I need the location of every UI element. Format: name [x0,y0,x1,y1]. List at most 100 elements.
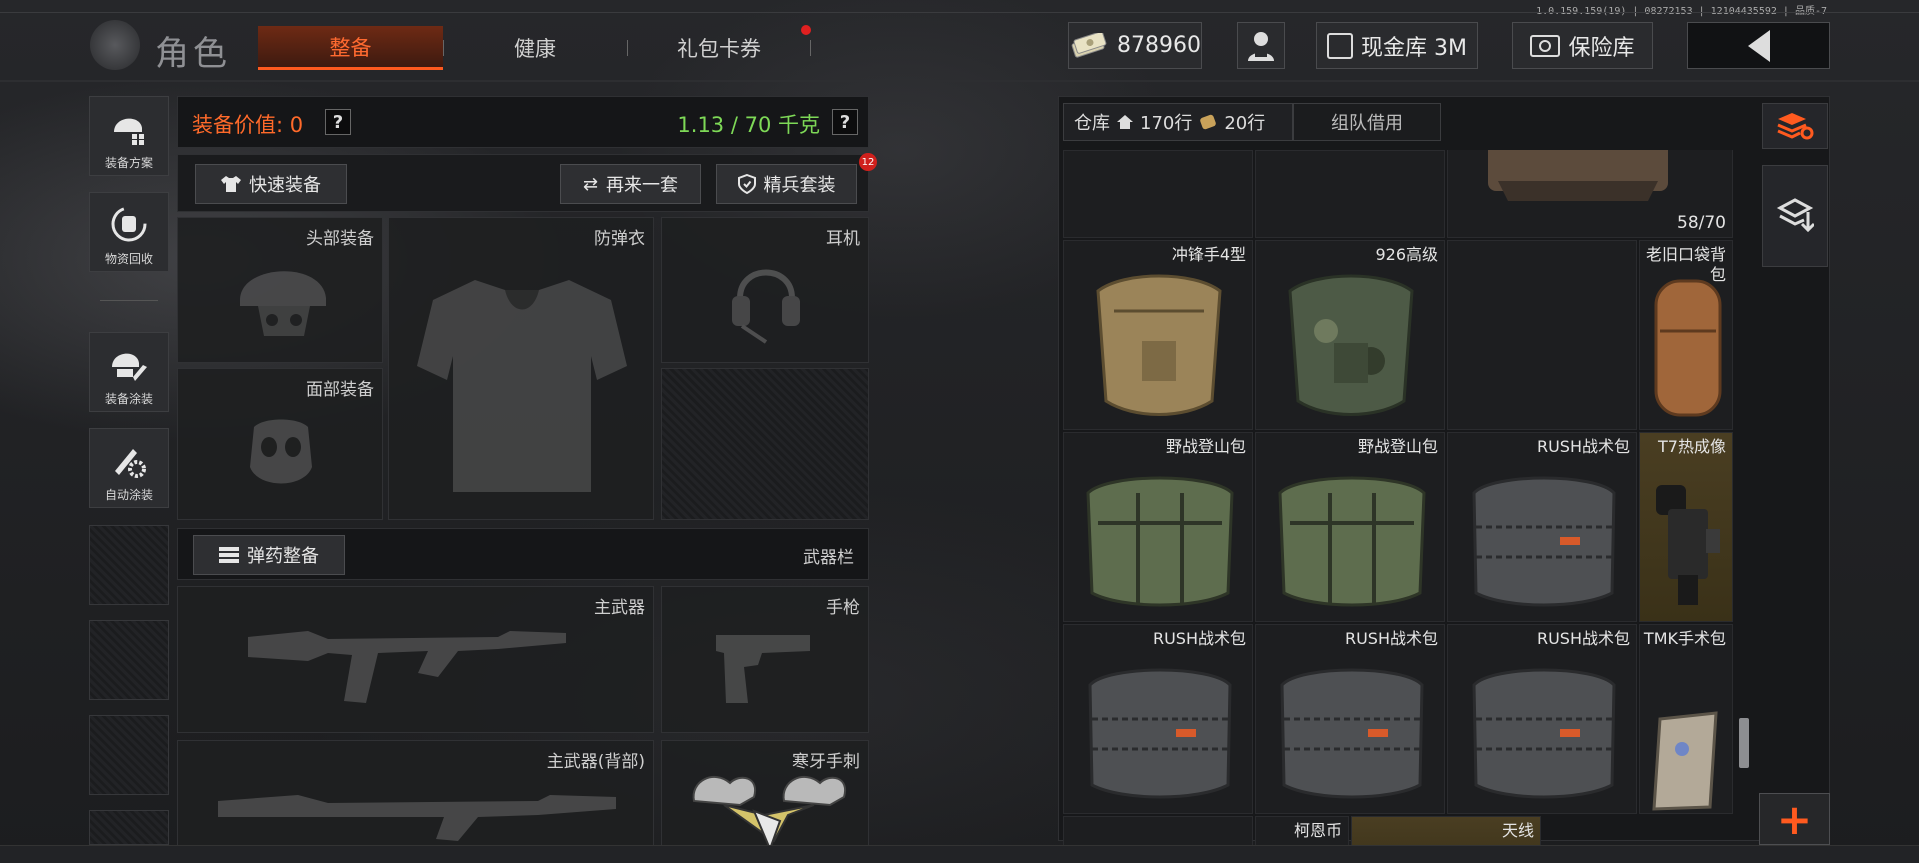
face-mask-silhouette-icon [250,419,312,484]
camo-pouch-icon [1288,274,1414,416]
knuckle-knife-icon [692,776,847,851]
warehouse-scrollbar[interactable] [1739,718,1749,768]
ammo-prep-button[interactable]: 弹药整备 [193,535,345,575]
quick-equip-button[interactable]: 快速装备 [195,164,347,204]
ammo-prep-label: 弹药整备 [247,546,319,567]
weight-help-button[interactable]: ? [832,109,858,135]
layers-download-icon [1776,198,1814,233]
auto-paint-button[interactable]: 自动涂装 [89,428,169,508]
back-button[interactable] [1687,22,1830,69]
grid-item[interactable]: 野战登山包 [1255,432,1445,622]
slot-melee[interactable]: 寒牙手刺 [661,740,869,851]
add-button[interactable]: + [1759,793,1830,845]
grid-item[interactable]: TMK手术包 [1639,624,1733,814]
rush-tactical-bag-icon [1088,668,1232,799]
tab-team-borrow[interactable]: 组队借用 [1293,103,1441,141]
helmet-grid-icon [109,108,149,148]
tab-health[interactable]: 健康 [445,26,625,70]
tab-equip[interactable]: 整备 [258,26,443,70]
headset-silhouette-icon [732,269,800,344]
slot-label: 防弹衣 [594,229,645,249]
rush-tactical-bag-icon [1472,476,1616,607]
item-vest-large[interactable]: 58/70 [1447,150,1733,238]
tab-warehouse[interactable]: 仓库 170行 20行 [1063,103,1293,141]
supply-recycle-button[interactable]: 物资回收 [89,192,169,272]
helmet-brush-icon [109,344,149,384]
warehouse-tab-label: 仓库 [1074,113,1110,134]
shield-icon [737,174,756,194]
bottom-strip [0,845,1919,863]
item-label: 野战登山包 [1357,437,1438,456]
item-label: 冲锋手4型 [1171,245,1246,264]
vault-icon [1327,32,1353,59]
pistol-silhouette-icon [716,635,810,703]
safe-button[interactable]: 保险库 [1512,22,1653,69]
home-icon [1117,115,1133,129]
item-label: RUSH战术包 [1344,629,1438,648]
item-label: 926高级 [1375,245,1438,264]
duffel-bag-icon [1654,279,1722,417]
currency-value: 878960 [1117,33,1201,58]
build-info: 1.0.159.159(19) | 08272153 | 12104435592… [1536,2,1827,17]
rifle-silhouette-icon [248,631,566,703]
empty-rail-slot [89,810,169,845]
rush-tactical-bag-icon [1280,668,1424,799]
grid-item[interactable]: RUSH战术包 [1447,432,1637,622]
stack-download-button[interactable] [1762,165,1828,267]
recycle-bag-icon [109,204,149,244]
loadout-plan-button[interactable]: 装备方案 [89,96,169,176]
currency-display[interactable]: 878960 [1068,22,1202,69]
slot-head[interactable]: 头部装备 [177,217,383,363]
banknote-icon [1071,32,1107,58]
grid-item[interactable]: T7热成像 [1639,432,1733,622]
slot-face[interactable]: 面部装备 [177,368,383,520]
item-label: RUSH战术包 [1152,629,1246,648]
grid-item[interactable]: RUSH战术包 [1447,624,1637,814]
rail-divider [100,300,158,301]
operator-button[interactable] [1237,22,1285,69]
slot-label: 主武器 [594,598,645,618]
grid-item[interactable]: 野战登山包 [1063,432,1253,622]
elite-set-button[interactable]: 精兵套装 [716,164,857,204]
rail-label: 装备涂装 [104,392,153,406]
sort-stack-button[interactable] [1762,103,1828,149]
safe-icon [1530,34,1561,57]
equip-action-bar: 快速装备 ⇄ 再来一套 精兵套装 12 [177,153,877,212]
help-glyph: ? [332,111,344,133]
header-divider [0,80,1919,82]
tab-gift-coupons[interactable]: 礼包卡券 [629,26,809,70]
slot-label: 面部装备 [306,380,374,400]
slot-primary-weapon[interactable]: 主武器 [177,586,654,733]
backpack-icon [1200,114,1217,130]
equip-summary-bar: 装备价值: 0 ? 1.13 / 70 千克 ? [177,96,869,148]
rail-label: 装备方案 [104,156,153,170]
slot-body-armor[interactable]: 防弹衣 [388,217,654,520]
thermal-scope-icon [1656,485,1720,605]
weapon-bar-label: 武器栏 [803,548,854,568]
elite-count-badge: 12 [859,153,877,171]
grid-item[interactable]: 老旧口袋背包 [1639,240,1733,430]
slot-label: 头部装备 [306,229,374,249]
safe-label: 保险库 [1568,35,1635,61]
equipment-paint-button[interactable]: 装备涂装 [89,332,169,412]
cash-vault-button[interactable]: 现金库 3M [1316,22,1478,69]
bag-rows: 20行 [1224,113,1266,134]
body-armor-silhouette-icon [417,280,627,492]
grid-cell-empty[interactable] [1255,150,1445,238]
item-label: 野战登山包 [1165,437,1246,456]
grid-item[interactable]: 冲锋手4型 [1063,240,1253,430]
item-label: 柯恩币 [1293,821,1342,840]
empty-rail-slot [89,620,169,700]
redo-set-button[interactable]: ⇄ 再来一套 [560,164,701,204]
grid-item[interactable]: RUSH战术包 [1255,624,1445,814]
grid-item[interactable]: 926高级 [1255,240,1445,430]
warehouse-tabs: 仓库 170行 20行 组队借用 [1063,103,1441,141]
grid-cell-empty[interactable] [1447,240,1637,430]
grid-item[interactable]: RUSH战术包 [1063,624,1253,814]
grid-cell-empty[interactable] [1063,150,1253,238]
slot-headset[interactable]: 耳机 [661,217,869,363]
slot-pistol[interactable]: 手枪 [661,586,869,733]
value-help-button[interactable]: ? [325,109,351,135]
slot-primary-weapon-back[interactable]: 主武器(背部) [177,740,654,850]
green-backpack-icon [1086,476,1234,607]
